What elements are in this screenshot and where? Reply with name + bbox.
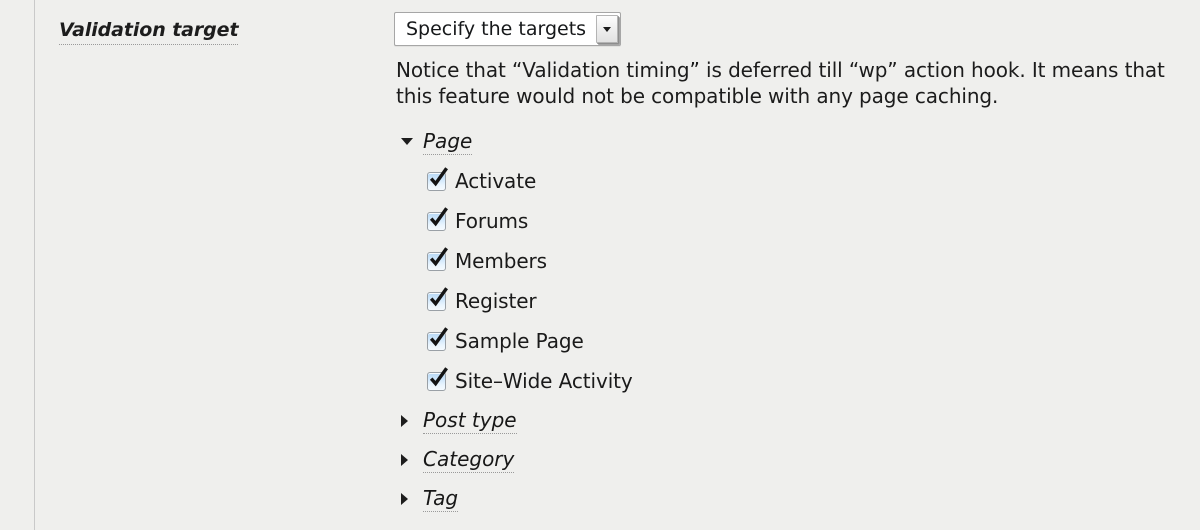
tree-item-label: Site–Wide Activity xyxy=(455,369,633,393)
tree-item-label: Members xyxy=(455,249,547,273)
validation-target-label: Validation target xyxy=(59,19,239,45)
checkbox-checked-icon[interactable] xyxy=(427,166,448,191)
validation-timing-notice: Notice that “Validation timing” is defer… xyxy=(396,58,1165,108)
tree-item[interactable]: Sample Page xyxy=(427,321,1200,361)
tree-item[interactable]: Site–Wide Activity xyxy=(427,361,1200,401)
checkbox-checked-icon[interactable] xyxy=(427,206,448,231)
triangle-right-icon[interactable] xyxy=(396,492,416,505)
triangle-glyph xyxy=(401,414,408,427)
tree-group-page[interactable]: Page xyxy=(396,122,1200,161)
triangle-right-icon[interactable] xyxy=(396,414,416,427)
tree-group-category[interactable]: Category xyxy=(396,440,1200,479)
triangle-glyph xyxy=(401,492,408,505)
triangle-glyph xyxy=(401,453,408,466)
tree-item-label: Forums xyxy=(455,209,529,233)
tree-group-label: Page xyxy=(423,128,473,155)
validation-target-tree: Page Activate Forums Members Register Sample … xyxy=(396,122,1200,518)
tree-group-post-type[interactable]: Post type xyxy=(396,401,1200,440)
settings-row: Validation target Specify the targets No… xyxy=(0,0,1200,530)
tree-children: Activate Forums Members Register Sample Page… xyxy=(427,161,1200,401)
tree-group-label: Category xyxy=(423,446,515,473)
checkbox-checked-icon[interactable] xyxy=(427,326,448,351)
tree-group-tag[interactable]: Tag xyxy=(396,479,1200,518)
tree-item-label: Activate xyxy=(455,169,537,193)
tree-item[interactable]: Forums xyxy=(427,201,1200,241)
chevron-down-icon[interactable] xyxy=(596,15,619,43)
tree-item[interactable]: Members xyxy=(427,241,1200,281)
field-label-cell: Validation target xyxy=(35,0,394,45)
select-selected-value: Specify the targets xyxy=(406,18,587,40)
tree-item[interactable]: Activate xyxy=(427,161,1200,201)
tree-item-label: Register xyxy=(455,289,537,313)
triangle-right-icon[interactable] xyxy=(396,453,416,466)
validation-target-select[interactable]: Specify the targets xyxy=(394,12,622,46)
triangle-glyph xyxy=(401,138,413,145)
left-gutter xyxy=(0,0,34,530)
checkbox-checked-icon[interactable] xyxy=(427,366,448,391)
triangle-down-icon[interactable] xyxy=(396,138,416,145)
checkbox-checked-icon[interactable] xyxy=(427,246,448,271)
field-value-cell: Specify the targets Notice that “Validat… xyxy=(394,0,1200,518)
tree-group-label: Tag xyxy=(423,485,459,512)
tree-item-label: Sample Page xyxy=(455,329,584,353)
checkbox-checked-icon[interactable] xyxy=(427,286,448,311)
tree-item[interactable]: Register xyxy=(427,281,1200,321)
vertical-divider xyxy=(34,0,35,530)
tree-group-label: Post type xyxy=(423,407,517,434)
